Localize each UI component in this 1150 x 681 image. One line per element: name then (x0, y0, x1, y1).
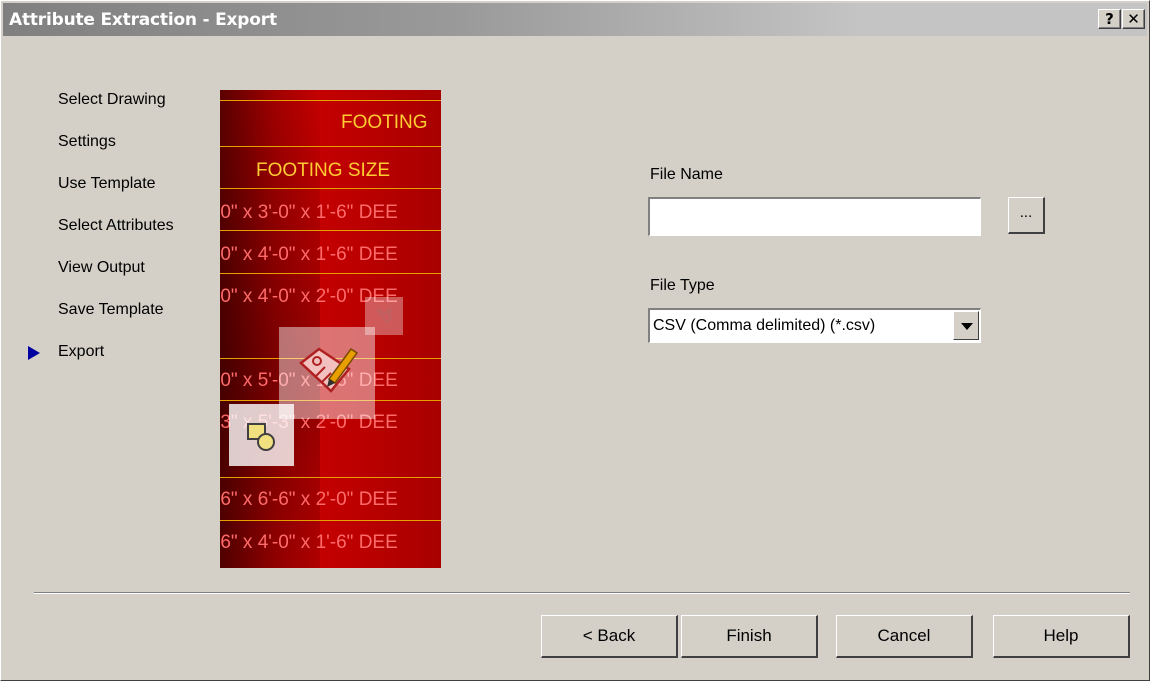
banner-row: -0" x 3'-0" x 1'-6" DEE (220, 202, 398, 223)
file-type-select[interactable]: CSV (Comma delimited) (*.csv) (648, 308, 981, 343)
finish-button[interactable]: Finish (681, 615, 818, 658)
banner-row: -0" x 4'-0" x 1'-6" DEE (220, 244, 398, 265)
file-type-label: File Type (650, 277, 715, 294)
help-title-button[interactable]: ? (1098, 9, 1121, 29)
cancel-button[interactable]: Cancel (836, 615, 973, 658)
help-button[interactable]: Help (993, 615, 1130, 658)
file-name-input[interactable] (648, 197, 981, 236)
divider (34, 592, 1130, 594)
step-export: Export (58, 343, 105, 360)
current-step-arrow-icon (28, 346, 40, 360)
step-use-template: Use Template (58, 175, 156, 192)
step-settings: Settings (58, 133, 116, 150)
title-bar[interactable]: Attribute Extraction - Export ? ✕ (3, 3, 1147, 36)
step-select-drawing: Select Drawing (58, 91, 166, 108)
attribute-extraction-dialog: Attribute Extraction - Export ? ✕ Select… (0, 0, 1150, 681)
step-save-template: Save Template (58, 301, 164, 318)
browse-button[interactable]: ... (1008, 197, 1045, 234)
banner-header-footing-size: FOOTING SIZE (256, 160, 391, 181)
back-button[interactable]: < Back (541, 615, 678, 658)
step-select-attributes: Select Attributes (58, 217, 174, 234)
file-type-value: CSV (Comma delimited) (*.csv) (653, 317, 876, 334)
window-title: Attribute Extraction - Export (9, 10, 277, 30)
close-title-button[interactable]: ✕ (1122, 9, 1145, 29)
wizard-banner-image: FOOTING FOOTING SIZE -0" x 3'-0" x 1'-6"… (220, 90, 441, 568)
banner-row: -6" x 4'-0" x 1'-6" DEE (220, 532, 398, 553)
block-icon (229, 404, 294, 466)
file-name-label: File Name (650, 166, 723, 183)
step-view-output: View Output (58, 259, 145, 276)
banner-row: -6" x 6'-6" x 2'-0" DEE (220, 489, 398, 510)
chevron-down-icon[interactable] (953, 311, 979, 340)
banner-header-footing: FOOTING (341, 112, 428, 133)
